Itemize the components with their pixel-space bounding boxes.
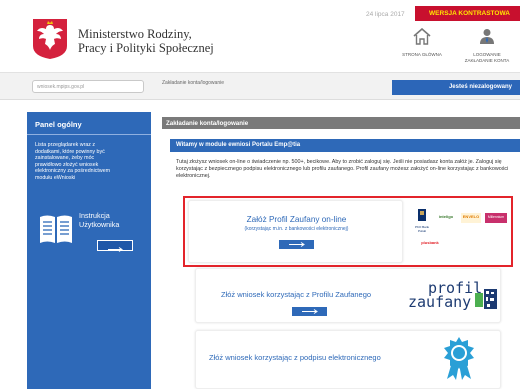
bank-logo-plusbank[interactable]: plusbank [419,239,441,249]
panel-title: Panel ogólny [35,120,82,129]
ministry-name-line2: Pracy i Polityki Społecznej [78,41,214,55]
apply-e-signature-card[interactable]: Złóż wniosek korzystając z podpisu elekt… [195,330,501,389]
login-label-line2: ZAKŁADANIE KONTA [464,58,510,63]
apply-trusted-profile-title: Złóż wniosek korzystając z Profilu Zaufa… [221,290,372,299]
create-trusted-profile-title: Załóż Profil Zaufany on-line [246,215,347,224]
home-icon [413,27,431,45]
create-trusted-profile-card[interactable]: Załóż Profil Zaufany on-line (korzystają… [188,200,403,263]
contrast-version-button[interactable]: WERSJA KONTRASTOWA [415,6,520,21]
home-link-label: STRONA GŁÓWNA [402,52,442,57]
intro-text: Tutaj złożysz wniosek on-line o świadcze… [176,159,509,179]
browser-list-link[interactable]: Lista przeglądarek wraz z dodatkami, któ… [35,142,115,182]
apply-trusted-profile-button[interactable] [292,307,327,316]
polish-eagle-emblem [33,19,67,59]
bank-logo-millennium[interactable]: Millennium [485,213,507,223]
bank-logo-inteligo[interactable]: inteligo [435,213,457,223]
book-icon [40,215,72,243]
arrow-right-icon [302,309,318,314]
bank-logo-pko[interactable]: PKO Bank Polski [413,208,431,233]
certificate-rosette-icon [444,337,474,380]
login-link[interactable]: LOGOWANIE ZAKŁADANIE KONTA [458,28,516,64]
breadcrumb: Zakładanie konta/logowanie [162,80,224,86]
panel-divider [27,134,151,135]
user-manual-button[interactable] [97,240,133,252]
user-icon [480,29,494,44]
sidebar-panel: Panel ogólny Lista przeglądarek wraz z d… [27,112,151,389]
apply-trusted-profile-card[interactable]: Złóż wniosek korzystając z Profilu Zaufa… [195,268,501,323]
current-date: 24 lipca 2017 [366,11,405,18]
ministry-name-line1: Ministerstwo Rodziny, [78,27,192,41]
create-trusted-profile-subtitle: (korzystając m.in. z bankowości elektron… [244,226,349,232]
trusted-profile-qr-icon [475,289,497,309]
pko-label: PKO Bank Polski [414,225,429,233]
bank-logos: PKO Bank Polski inteligo ENVELO Millenni… [405,205,510,261]
pko-logo-icon [418,209,426,221]
home-link[interactable]: STRONA GŁÓWNA [398,27,446,58]
user-manual-link[interactable]: Instrukcja Użytkownika [39,210,145,262]
section-title: Zakładanie konta/logowanie [162,117,520,129]
bank-logo-envelo[interactable]: ENVELO [461,213,481,223]
user-manual-line2: Użytkownika [79,219,120,229]
create-trusted-profile-button[interactable] [279,240,314,249]
arrow-right-icon [289,242,305,247]
trusted-profile-logo-line2: zaufany [408,293,472,311]
login-status-badge: Jesteś niezalogowany [392,80,520,95]
trusted-profile-logo: profil zaufany [393,281,498,317]
site-header: Ministerstwo Rodziny, Pracy i Polityki S… [0,0,520,78]
arrow-right-icon [108,247,123,252]
apply-e-signature-title: Złóż wniosek korzystając z podpisu elekt… [209,353,381,362]
welcome-bar: Witamy w module ewniosi Portalu Emp@tia [170,139,520,152]
search-input[interactable]: wniosek.mpips.gov.pl [32,80,144,93]
login-link-label: LOGOWANIE ZAKŁADANIE KONTA [458,52,516,64]
user-manual-title: Instrukcja Użytkownika [79,211,120,229]
ministry-name: Ministerstwo Rodziny, Pracy i Polityki S… [78,27,214,55]
